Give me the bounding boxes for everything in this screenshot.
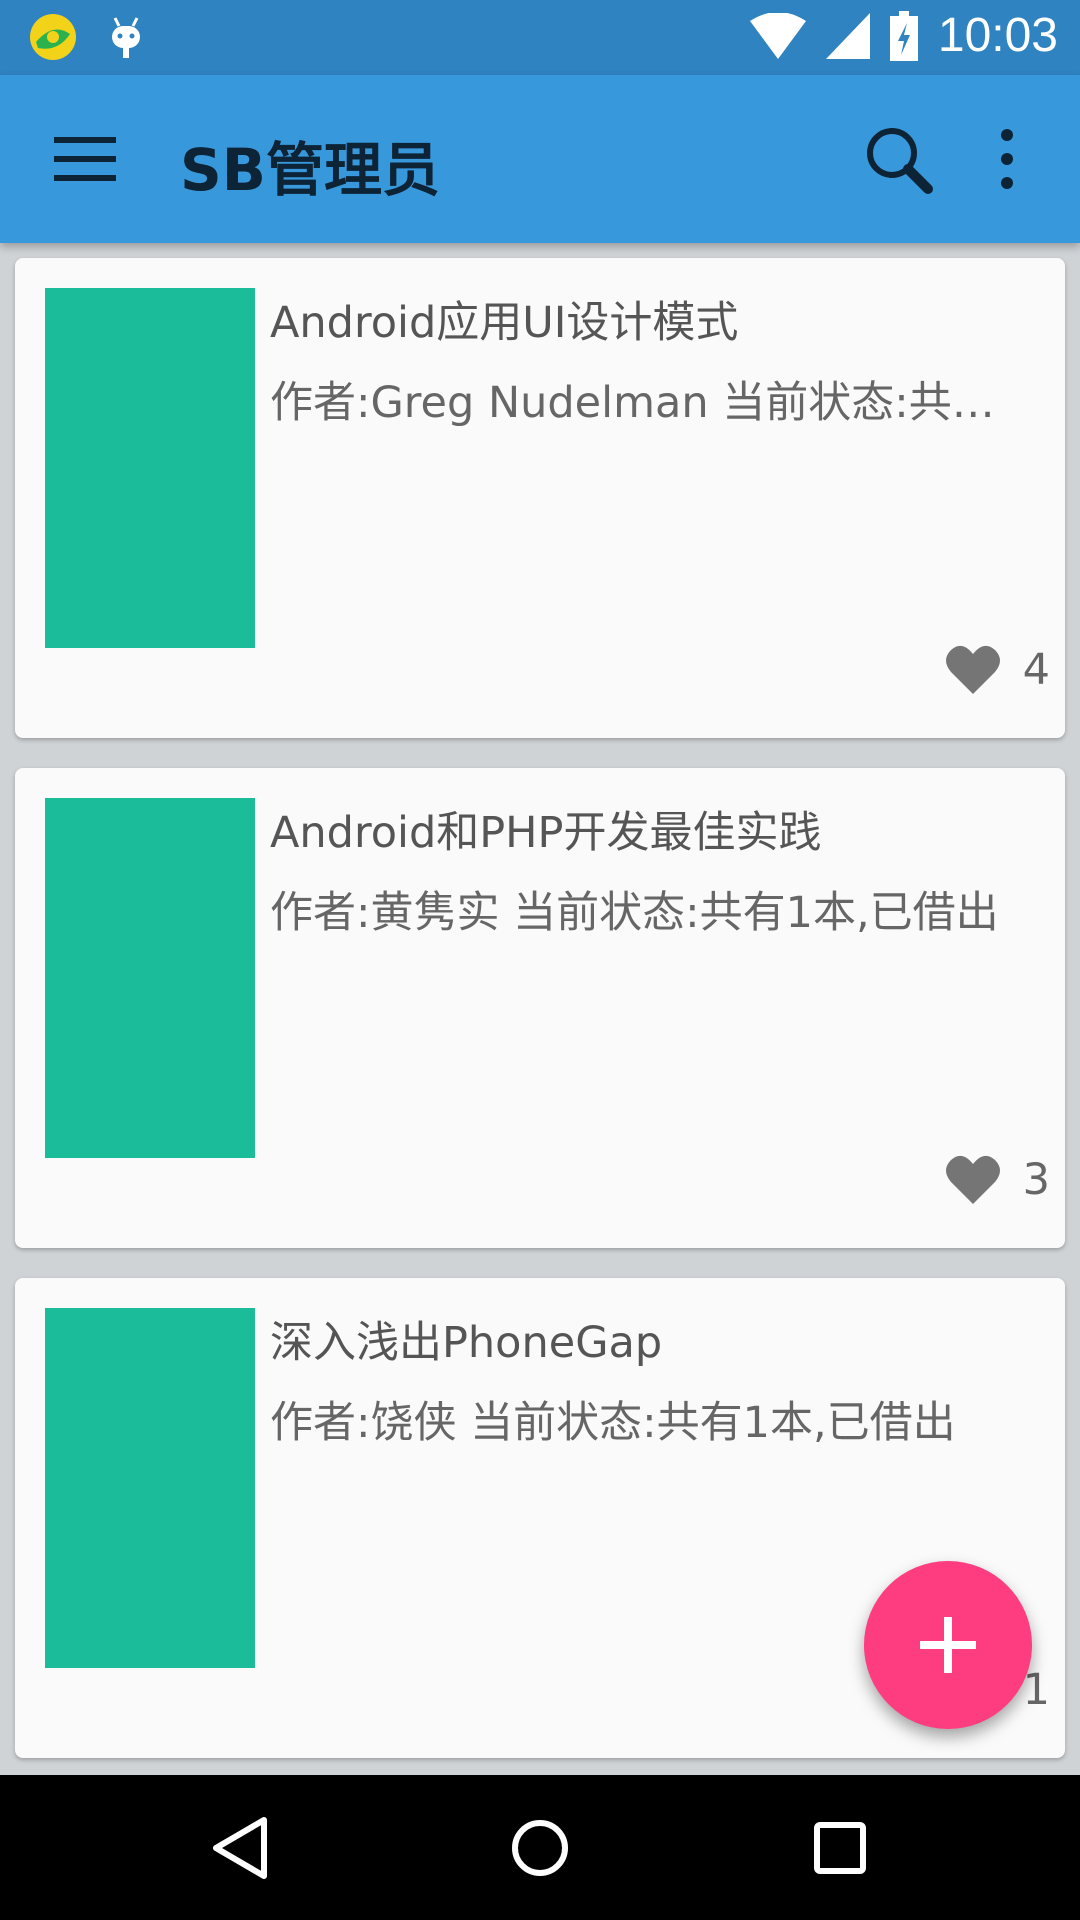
status-time: 10:03 xyxy=(937,9,1058,62)
book-meta: 作者:饶侠 当前状态:共有1本,已借出 xyxy=(270,1398,956,1448)
music-app-icon xyxy=(30,14,76,60)
book-title: 深入浅出PhoneGap xyxy=(270,1318,663,1368)
page-title: SB管理员 xyxy=(180,136,440,204)
system-nav-bar xyxy=(0,1775,1080,1920)
book-title: Android和PHP开发最佳实践 xyxy=(270,808,822,858)
app-bar: SB管理员 xyxy=(0,75,1080,243)
home-icon xyxy=(512,1820,568,1876)
book-list[interactable]: Android应用UI设计模式 作者:Greg Nudelman 当前状态:共有… xyxy=(0,243,1080,1773)
home-button[interactable] xyxy=(497,1805,583,1891)
android-debug-icon xyxy=(112,17,140,58)
book-title: Android应用UI设计模式 xyxy=(270,298,739,348)
back-button[interactable] xyxy=(197,1805,283,1891)
signal-icon xyxy=(825,12,870,59)
like-count: 3 xyxy=(1022,1155,1050,1205)
recents-icon xyxy=(814,1822,866,1874)
status-bar: 10:03 xyxy=(0,0,1080,75)
menu-icon[interactable] xyxy=(54,137,116,181)
back-icon xyxy=(213,1817,267,1879)
heart-icon[interactable] xyxy=(945,642,1001,698)
like-button[interactable]: 3 xyxy=(945,1152,1050,1208)
more-vert-icon[interactable] xyxy=(990,127,1024,191)
book-card[interactable]: Android应用UI设计模式 作者:Greg Nudelman 当前状态:共有… xyxy=(15,258,1065,738)
search-icon[interactable] xyxy=(864,125,934,195)
like-button[interactable]: 4 xyxy=(945,642,1050,698)
book-cover[interactable] xyxy=(45,1308,255,1668)
like-count: 4 xyxy=(1022,645,1050,695)
add-icon xyxy=(920,1617,976,1673)
battery-charging-icon xyxy=(889,10,918,61)
book-cover[interactable] xyxy=(45,798,255,1158)
heart-icon[interactable] xyxy=(945,1152,1001,1208)
book-meta: 作者:黄隽实 当前状态:共有1本,已借出 xyxy=(270,888,999,938)
book-meta: 作者:Greg Nudelman 当前状态:共有1本,已借出 xyxy=(270,378,1030,428)
book-card[interactable]: Android和PHP开发最佳实践 作者:黄隽实 当前状态:共有1本,已借出 3 xyxy=(15,768,1065,1248)
wifi-icon xyxy=(749,12,806,59)
add-book-button[interactable] xyxy=(864,1561,1032,1729)
recents-button[interactable] xyxy=(797,1805,883,1891)
book-cover[interactable] xyxy=(45,288,255,648)
